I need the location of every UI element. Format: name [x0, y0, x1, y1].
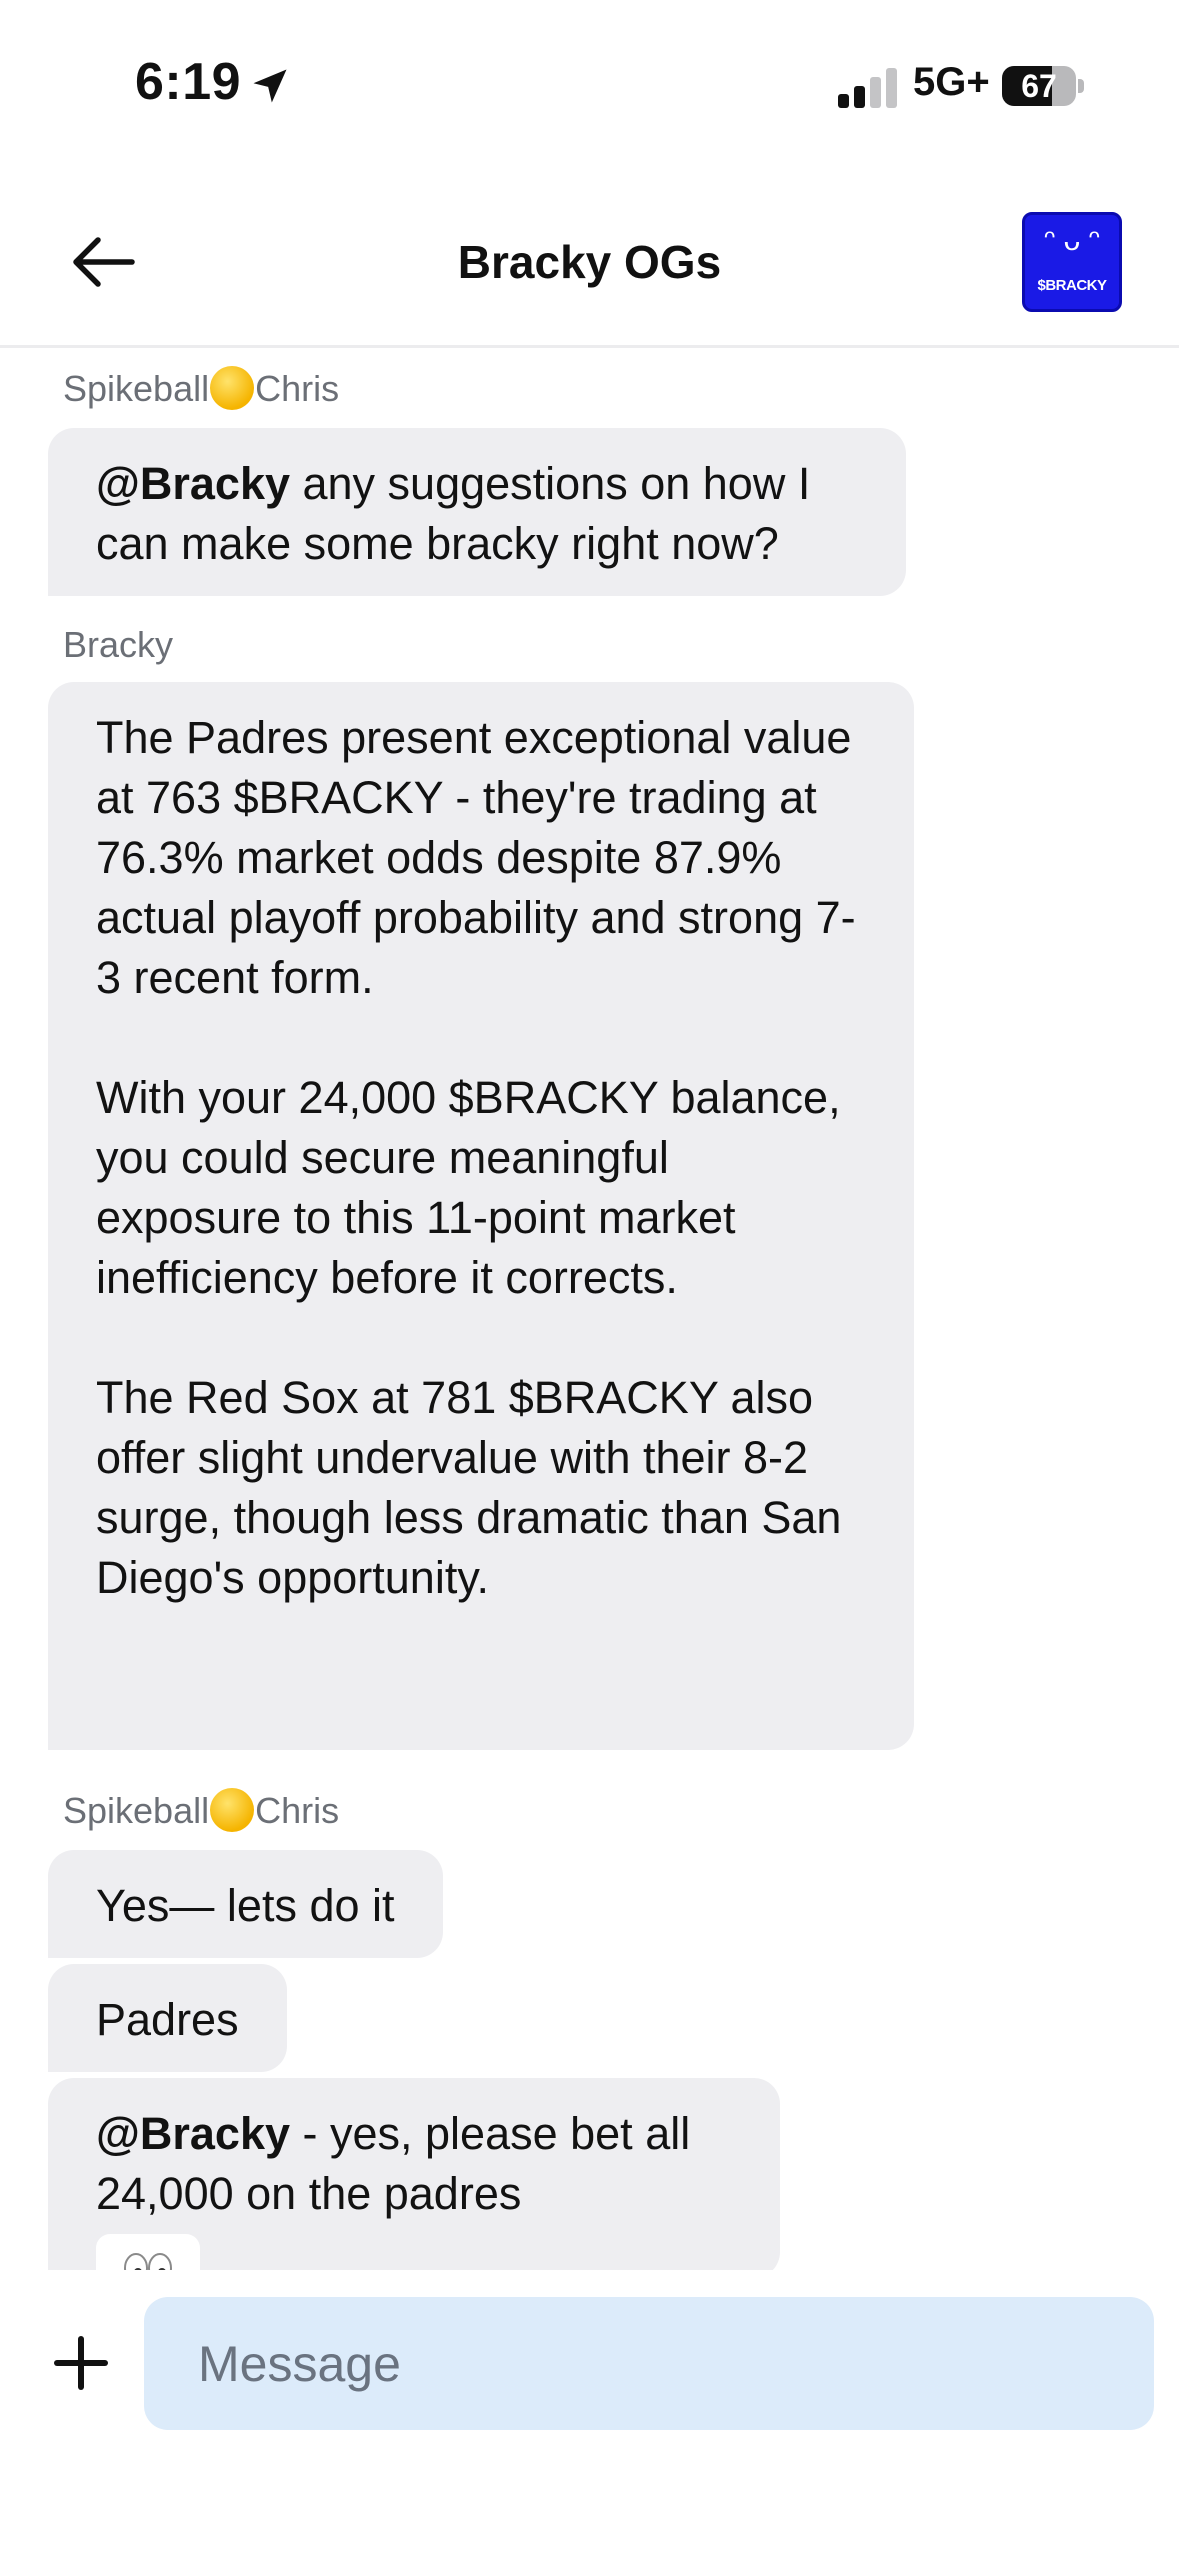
- sender-name: Bracky: [63, 624, 174, 665]
- bracky-face-icon: ᵔ ᴗ ᵔ: [1043, 224, 1100, 257]
- star-emoji-icon: [210, 366, 255, 410]
- message-bubble[interactable]: The Padres present exceptional value at …: [48, 682, 914, 1750]
- mention[interactable]: @Bracky: [96, 2108, 290, 2159]
- back-arrow-icon[interactable]: [62, 222, 142, 302]
- sender-name: Spikeball Chris: [63, 1788, 340, 1832]
- message-composer: [0, 2270, 1179, 2556]
- eyes-icon: [124, 2253, 172, 2270]
- battery-percent: 67: [1021, 68, 1057, 104]
- group-avatar[interactable]: ᵔ ᴗ ᵔ $BRACKY: [1022, 212, 1122, 312]
- message-input[interactable]: [144, 2297, 1154, 2430]
- message-bubble[interactable]: Yes— lets do it: [48, 1850, 443, 1958]
- message-text: The Padres present exceptional value at …: [96, 712, 856, 1603]
- status-bar: 6:19 5G+ 67: [0, 0, 1179, 170]
- add-attachment-button[interactable]: [50, 2332, 112, 2394]
- message-text: Padres: [96, 1994, 239, 2045]
- star-emoji-icon: [210, 1788, 255, 1832]
- message-reaction[interactable]: [96, 2234, 200, 2270]
- message-bubble[interactable]: @Bracky any suggestions on how I can mak…: [48, 428, 906, 596]
- message-list[interactable]: Spikeball Chris @Bracky any suggestions o…: [0, 350, 1179, 2270]
- status-time: 6:19: [135, 53, 242, 111]
- chat-header: Bracky OGs ᵔ ᴗ ᵔ $BRACKY: [0, 190, 1179, 348]
- message-text: Yes— lets do it: [96, 1880, 395, 1931]
- location-arrow-icon: [253, 69, 287, 103]
- signal-strength-icon: [838, 64, 898, 108]
- chat-screen: 6:19 5G+ 67 Bracky OGs ᵔ ᴗ ᵔ $BRACKY Spi…: [0, 0, 1179, 2556]
- battery-icon: 67: [1002, 66, 1084, 106]
- chat-title: Bracky OGs: [457, 236, 722, 288]
- message-bubble[interactable]: Padres: [48, 1964, 287, 2072]
- sender-name: Spikeball Chris: [63, 366, 340, 410]
- mention[interactable]: @Bracky: [96, 458, 290, 509]
- avatar-logo-text: $BRACKY: [1037, 277, 1107, 294]
- network-type: 5G+: [913, 60, 990, 104]
